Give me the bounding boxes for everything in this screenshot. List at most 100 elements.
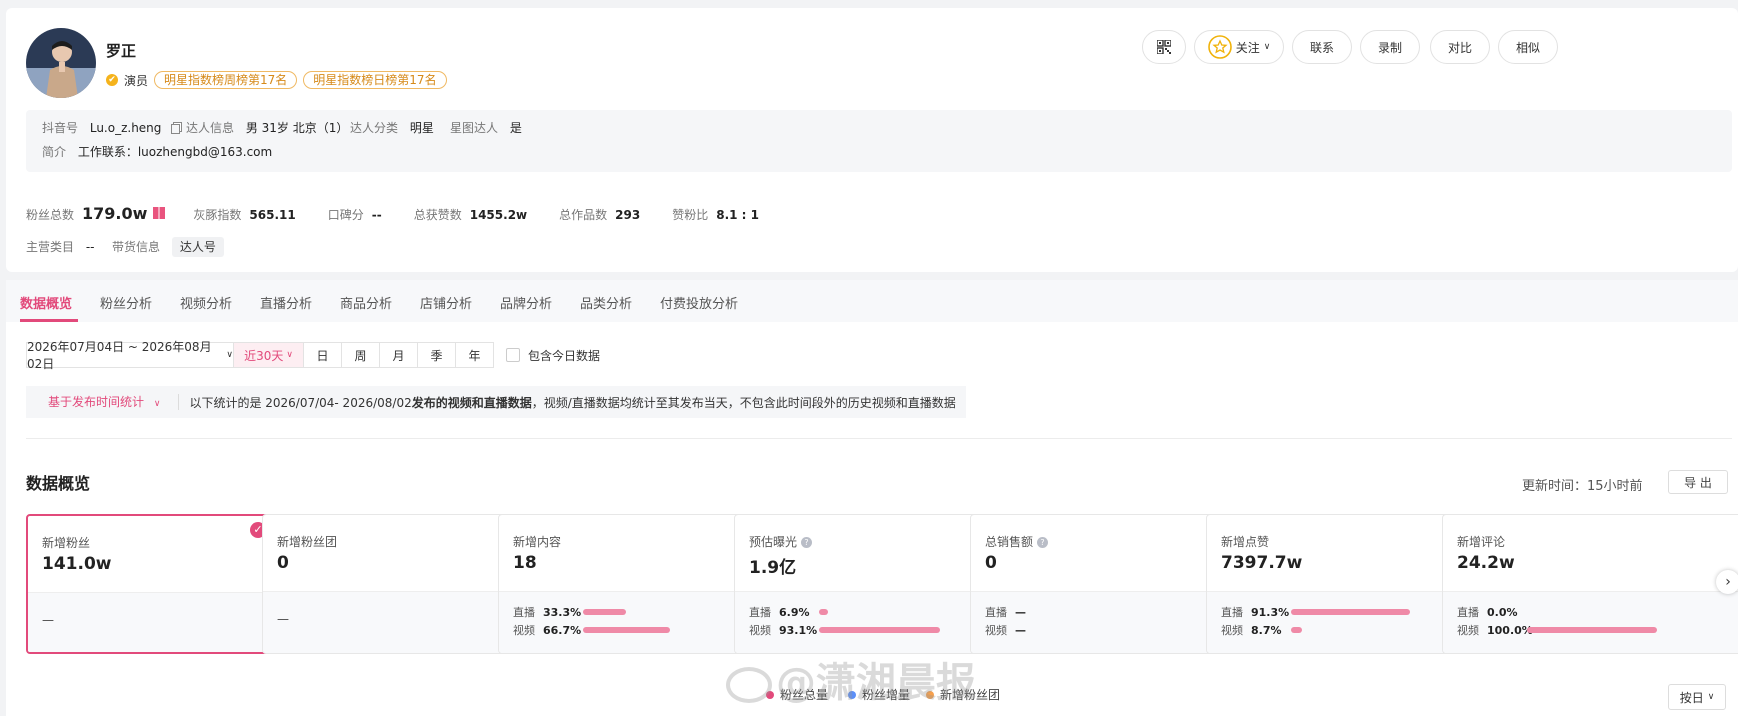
period-day[interactable]: 日 [304,342,342,368]
help-icon[interactable]: ? [1037,537,1049,548]
contact-button[interactable]: 联系 [1292,30,1352,64]
metric-card-new-fan-club[interactable]: 新增粉丝团 0 — [262,514,512,654]
card-top: 新增内容 18 [499,515,747,591]
qr-code-button[interactable] [1142,30,1186,64]
avatar[interactable] [26,28,96,98]
recent-30-days[interactable]: 近30天 ∨ [234,342,304,368]
metric-card-new-comments[interactable]: 新增评论 24.2w 直播 0.0% 视频 100.0% [1442,514,1738,654]
index-key: 灰豚指数 [193,208,242,222]
works-total-value: 293 [615,208,641,222]
include-today-label: 包含今日数据 [528,348,601,363]
video-share-bar [583,627,670,633]
fans-total-key: 粉丝总数 [26,208,75,222]
card-value: 0 [985,553,997,573]
metric-card-total-sales[interactable]: 总销售额? 0 直播 — 视频 — [970,514,1220,654]
metric-card-new-content[interactable]: 新增内容 18 直播 33.3% 视频 66.7% [498,514,748,654]
compare-button[interactable]: 对比 [1430,30,1490,64]
talent-info: 达人信息 男 31岁 北京（1） [186,119,348,136]
video-share: 视频 66.7% [513,622,670,638]
video-share: 视频 8.7% [1221,622,1302,638]
talent-info-value: 男 31岁 北京（1） [245,121,349,135]
help-icon[interactable]: ? [801,537,813,548]
video-share-bar [1291,627,1302,633]
card-bottom: 直播 0.0% 视频 100.0% [1443,591,1738,653]
reputation-key: 口碑分 [327,208,364,222]
like-fan-ratio-key: 赞粉比 [672,208,709,222]
granularity-select[interactable]: 按日 ∨ [1668,684,1726,710]
star-icon [1207,35,1232,59]
live-share-bar [819,609,828,615]
tab-product[interactable]: 商品分析 [340,293,392,312]
tab-video[interactable]: 视频分析 [180,293,232,312]
card-top: 新增粉丝团 0 [263,515,511,591]
video-share-key: 视频 [513,624,535,637]
stat-basis-note: 基于发布时间统计 ∨ 以下统计的是 2026/07/04- 2026/08/02… [26,386,966,418]
intro: 简介 工作联系：luozhengbd@163.com [42,143,272,160]
period-quarter[interactable]: 季 [418,342,456,368]
douyin-id: 抖音号 Lu.o_z.heng [42,119,181,136]
live-share: 直播 0.0% [1457,604,1527,620]
video-share-bar [819,627,940,633]
tab-live[interactable]: 直播分析 [260,293,312,312]
active-tab-indicator [20,319,78,322]
works-total-key: 总作品数 [559,208,608,222]
include-today-checkbox[interactable] [506,348,520,362]
goods-info-tag[interactable]: 达人号 [171,237,224,257]
chevron-right-icon[interactable]: › [1716,570,1738,594]
include-today[interactable]: 包含今日数据 [506,342,600,368]
goods-info: 带货信息 达人号 [112,237,224,257]
rank-badge-daily[interactable]: 明星指数榜日榜第17名 [303,71,447,89]
metric-card-new-likes[interactable]: 新增点赞 7397.7w 直播 91.3% 视频 8.7% [1206,514,1456,654]
rank-badge-weekly[interactable]: 明星指数榜周榜第17名 [154,71,298,89]
card-bottom: 直播 33.3% 视频 66.7% [499,591,747,653]
video-share: 视频 — [985,622,1055,638]
live-share-value: — [1015,605,1026,619]
card-dash: — [277,612,289,626]
stat-basis-select[interactable]: 基于发布时间统计 ∨ [26,394,180,410]
copy-icon[interactable] [171,123,181,134]
card-bottom: 直播 91.3% 视频 8.7% [1207,591,1455,653]
live-share: 直播 91.3% [1221,604,1410,620]
note-prefix: 以下统计的是 2026/07/04- 2026/08/02 [189,395,412,410]
tab-paid-ads[interactable]: 付费投放分析 [660,293,738,312]
tab-category[interactable]: 品类分析 [580,293,632,312]
date-range-picker[interactable]: 2026年07月04日 ~ 2026年08月02日 ∨ [26,340,234,371]
card-value: 24.2w [1457,553,1515,573]
tab-fans[interactable]: 粉丝分析 [100,293,152,312]
metric-card-new-fans[interactable]: 新增粉丝 141.0w ✓ — [26,514,276,654]
follow-button[interactable]: 关注 ∨ [1194,30,1284,64]
live-share-bar [583,609,626,615]
tab-brand[interactable]: 品牌分析 [500,293,552,312]
intro-value: 工作联系：luozhengbd@163.com [77,145,273,159]
chevron-down-icon: ∨ [1263,42,1271,52]
period-month[interactable]: 月 [380,342,418,368]
period-year[interactable]: 年 [456,342,494,368]
analysis-tabs: 数据概览 粉丝分析 视频分析 直播分析 商品分析 店铺分析 品牌分析 品类分析 … [6,280,1738,322]
tab-shop[interactable]: 店铺分析 [420,293,472,312]
record-button[interactable]: 录制 [1360,30,1420,64]
live-share-key: 直播 [513,606,535,619]
card-label-text: 预估曝光 [749,535,798,549]
chevron-down-icon: ∨ [1707,692,1715,702]
date-filter: 2026年07月04日 ~ 2026年08月02日 ∨ 近30天 ∨ 日 周 月… [26,340,494,371]
granularity-label: 按日 [1679,690,1704,705]
main-category-key: 主营类目 [26,240,75,254]
card-value: 18 [513,553,537,573]
role-row: ✔ 演员 明星指数榜周榜第17名 明星指数榜日榜第17名 [106,71,447,89]
note-suffix: ，视频/直播数据均统计至其发布当天，不包含此时间段外的历史视频和直播数据 [531,395,956,410]
period-week[interactable]: 周 [342,342,380,368]
card-top: 新增评论 24.2w [1443,515,1738,591]
chart-icon[interactable] [153,207,166,219]
verified-icon: ✔ [106,74,118,86]
card-value: 7397.7w [1221,553,1303,573]
card-dash: — [42,613,54,627]
tab-overview[interactable]: 数据概览 [20,293,72,312]
similar-button[interactable]: 相似 [1498,30,1558,64]
card-value: 1.9亿 [749,558,797,578]
analysis-panel: 数据概览 粉丝分析 视频分析 直播分析 商品分析 店铺分析 品牌分析 品类分析 … [6,280,1738,716]
likes-total-key: 总获赞数 [413,208,462,222]
export-button[interactable]: 导 出 [1668,470,1728,494]
metric-card-est-exposure[interactable]: 预估曝光? 1.9亿 直播 6.9% 视频 93.1% [734,514,984,654]
live-share-key: 直播 [749,606,771,619]
live-share: 直播 — [985,604,1055,620]
